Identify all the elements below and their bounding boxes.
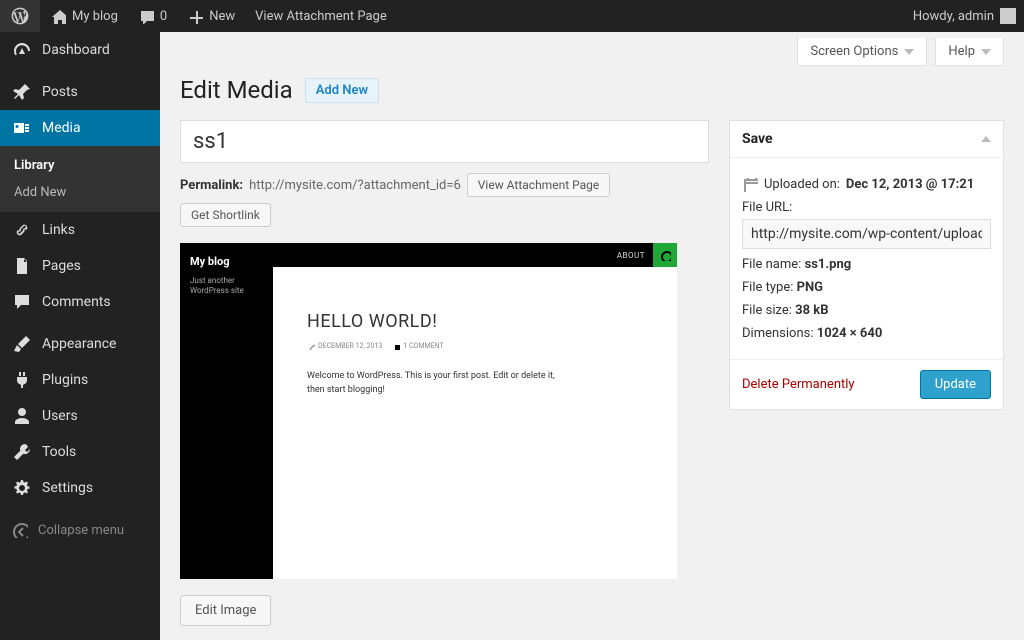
filename-label: File name: <box>742 257 801 272</box>
preview-about-link: ABOUT <box>609 251 653 260</box>
page-title: Edit Media <box>180 76 293 104</box>
media-icon <box>12 118 32 138</box>
save-box-title: Save <box>742 131 773 147</box>
sidebar-item-tools[interactable]: Tools <box>0 434 160 470</box>
filetype-label: File type: <box>742 280 793 295</box>
collapse-icon <box>12 522 28 538</box>
admin-sidebar: Dashboard Posts Media Library Add New Li… <box>0 32 160 640</box>
howdy-text: Howdy, admin <box>913 9 994 24</box>
update-button[interactable]: Update <box>920 370 991 399</box>
user-icon <box>12 406 32 426</box>
sidebar-item-pages[interactable]: Pages <box>0 248 160 284</box>
home-icon <box>50 8 66 24</box>
wp-logo[interactable] <box>0 0 40 32</box>
chevron-up-icon <box>981 136 991 142</box>
dimensions-label: Dimensions: <box>742 326 814 341</box>
add-new-button[interactable]: Add New <box>305 78 379 103</box>
permalink-label: Permalink: <box>180 178 243 193</box>
delete-permanently-link[interactable]: Delete Permanently <box>742 377 855 392</box>
file-url-input[interactable] <box>742 219 991 249</box>
sidebar-item-plugins[interactable]: Plugins <box>0 362 160 398</box>
preview-date: DECEMBER 12, 2013 <box>318 342 382 350</box>
permalink-url: http://mysite.com/?attachment_id=6 <box>249 178 461 193</box>
attachment-title-input[interactable] <box>180 120 709 163</box>
preview-main: HELLO WORLD! DECEMBER 12, 2013 1 COMMENT… <box>273 267 677 579</box>
view-attachment-link[interactable]: View Attachment Page <box>245 0 397 32</box>
collapse-menu[interactable]: Collapse menu <box>0 512 160 548</box>
dimensions-value: 1024 × 640 <box>817 326 883 341</box>
file-url-label: File URL: <box>742 200 991 215</box>
wordpress-icon <box>10 6 30 26</box>
edit-image-button[interactable]: Edit Image <box>180 595 271 626</box>
sidebar-item-users[interactable]: Users <box>0 398 160 434</box>
new-content-link[interactable]: New <box>177 0 245 32</box>
dashboard-icon <box>12 40 32 60</box>
save-box-header[interactable]: Save <box>730 121 1003 158</box>
view-attachment-button[interactable]: View Attachment Page <box>467 173 610 197</box>
attachment-preview: My blog Just another WordPress site ABOU… <box>180 243 677 579</box>
save-box: Save Uploaded on: Dec 12, 2013 @ 17:21 F… <box>729 120 1004 410</box>
chevron-down-icon <box>904 49 914 55</box>
get-shortlink-button[interactable]: Get Shortlink <box>180 203 271 227</box>
calendar-icon <box>742 176 758 192</box>
wrench-icon <box>12 442 32 462</box>
site-name: My blog <box>72 9 118 24</box>
submenu-add-new[interactable]: Add New <box>0 179 160 206</box>
site-name-link[interactable]: My blog <box>40 0 128 32</box>
comments-link[interactable]: 0 <box>128 0 177 32</box>
preview-body: Welcome to WordPress. This is your first… <box>307 370 567 397</box>
page-icon <box>12 256 32 276</box>
clock-icon <box>307 342 315 350</box>
filesize-value: 38 kB <box>795 303 828 318</box>
preview-sidebar: My blog Just another WordPress site <box>180 243 273 579</box>
filetype-value: PNG <box>797 280 823 295</box>
brush-icon <box>12 334 32 354</box>
plug-icon <box>12 370 32 390</box>
help-tab[interactable]: Help <box>935 38 1004 66</box>
preview-search <box>653 243 677 267</box>
filesize-label: File size: <box>742 303 792 318</box>
comments-count: 0 <box>160 9 167 24</box>
content-area: Screen Options Help Edit Media Add New P… <box>160 32 1024 640</box>
uploaded-value: Dec 12, 2013 @ 17:21 <box>846 177 974 192</box>
new-label: New <box>209 9 235 24</box>
sidebar-item-appearance[interactable]: Appearance <box>0 326 160 362</box>
sidebar-item-comments[interactable]: Comments <box>0 284 160 320</box>
screen-options-tab[interactable]: Screen Options <box>797 38 927 66</box>
admin-bar: My blog 0 New View Attachment Page Howdy… <box>0 0 1024 32</box>
account-link[interactable]: Howdy, admin <box>903 0 1024 32</box>
sidebar-item-settings[interactable]: Settings <box>0 470 160 506</box>
filename-value: ss1.png <box>805 257 852 272</box>
sidebar-item-links[interactable]: Links <box>0 212 160 248</box>
preview-blog-title: My blog <box>190 255 263 268</box>
sidebar-item-media[interactable]: Media <box>0 110 160 146</box>
preview-tagline: Just another WordPress site <box>190 276 263 297</box>
submenu-library[interactable]: Library <box>0 152 160 179</box>
avatar <box>1000 8 1016 24</box>
comment-icon <box>392 342 400 350</box>
chevron-down-icon <box>981 49 991 55</box>
comment-icon <box>12 292 32 312</box>
pin-icon <box>12 82 32 102</box>
plus-icon <box>187 8 203 24</box>
sidebar-item-dashboard[interactable]: Dashboard <box>0 32 160 68</box>
search-icon <box>659 249 671 261</box>
comment-icon <box>138 8 154 24</box>
preview-comments: 1 COMMENT <box>403 342 443 350</box>
preview-topbar: ABOUT <box>273 243 677 267</box>
link-icon <box>12 220 32 240</box>
media-submenu: Library Add New <box>0 146 160 212</box>
uploaded-label: Uploaded on: <box>764 177 840 192</box>
sidebar-item-posts[interactable]: Posts <box>0 74 160 110</box>
gear-icon <box>12 478 32 498</box>
preview-heading: HELLO WORLD! <box>307 311 643 332</box>
